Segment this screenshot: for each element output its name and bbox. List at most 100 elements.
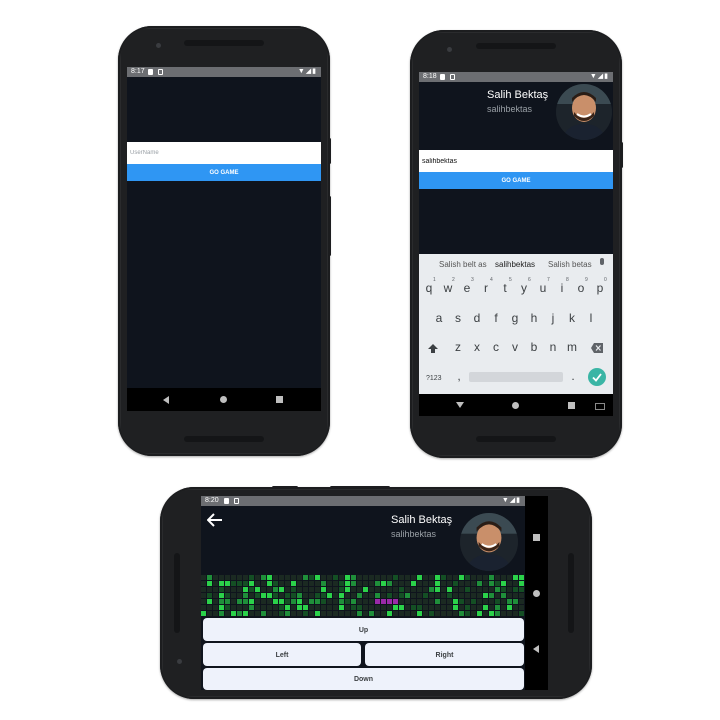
nav-recents-icon[interactable] — [276, 396, 283, 403]
key-x[interactable]: x — [470, 340, 484, 354]
key-s[interactable]: s — [451, 311, 465, 325]
nav-home-icon[interactable] — [533, 590, 540, 597]
grid-cell — [441, 611, 446, 616]
key-t[interactable]: t — [498, 281, 512, 295]
right-button[interactable]: Right — [365, 643, 524, 666]
grid-cell — [357, 581, 362, 586]
grid-cell — [309, 581, 314, 586]
grid-cell — [465, 599, 470, 604]
check-enter-icon[interactable] — [588, 368, 606, 386]
key-a[interactable]: a — [432, 311, 446, 325]
key-k[interactable]: k — [565, 311, 579, 325]
avatar — [556, 84, 612, 140]
bottom-speaker — [476, 436, 556, 442]
grid-cell — [231, 575, 236, 580]
keyboard-switch-icon[interactable] — [595, 403, 605, 410]
grid-cell — [405, 575, 410, 580]
key-r[interactable]: r — [479, 281, 493, 295]
grid-cell — [465, 605, 470, 610]
suggestion-3[interactable]: Salish betas — [548, 260, 592, 269]
nav-back-icon[interactable] — [533, 645, 539, 653]
grid-cell — [339, 599, 344, 604]
key-w[interactable]: w — [441, 281, 455, 295]
avatar — [460, 513, 518, 571]
key-b[interactable]: b — [527, 340, 541, 354]
nav-back-icon[interactable] — [163, 396, 169, 404]
grid-cell — [489, 599, 494, 604]
key-f[interactable]: f — [489, 311, 503, 325]
key-z[interactable]: z — [451, 340, 465, 354]
grid-cell — [333, 599, 338, 604]
grid-cell — [465, 581, 470, 586]
grid-cell — [315, 605, 320, 610]
grid-cell — [303, 587, 308, 592]
key-h[interactable]: h — [527, 311, 541, 325]
backspace-icon[interactable] — [591, 343, 603, 353]
key-i[interactable]: i — [555, 281, 569, 295]
key-y[interactable]: y — [517, 281, 531, 295]
key-v[interactable]: v — [508, 340, 522, 354]
down-button[interactable]: Down — [203, 668, 524, 690]
key-u[interactable]: u — [536, 281, 550, 295]
key-m[interactable]: m — [565, 340, 579, 354]
grid-cell — [459, 581, 464, 586]
key-o[interactable]: o — [574, 281, 588, 295]
grid-cell — [231, 605, 236, 610]
key-g[interactable]: g — [508, 311, 522, 325]
comma-key[interactable]: , — [452, 369, 466, 383]
grid-cell — [207, 605, 212, 610]
left-button[interactable]: Left — [203, 643, 361, 666]
key-n[interactable]: n — [546, 340, 560, 354]
key-c[interactable]: c — [489, 340, 503, 354]
go-game-button[interactable]: GO GAME — [127, 164, 321, 181]
grid-cell — [291, 575, 296, 580]
grid-cell — [213, 575, 218, 580]
grid-cell — [519, 575, 524, 580]
grid-cell — [435, 575, 440, 580]
grid-cell — [321, 575, 326, 580]
key-l[interactable]: l — [584, 311, 598, 325]
key-hint-4: 4 — [490, 277, 493, 283]
nav-home-icon[interactable] — [220, 396, 227, 403]
nav-recents-icon[interactable] — [533, 534, 540, 541]
nav-back-icon[interactable] — [456, 402, 464, 408]
symbols-key[interactable]: ?123 — [426, 375, 442, 382]
key-d[interactable]: d — [470, 311, 484, 325]
up-button[interactable]: Up — [203, 618, 524, 641]
grid-cell — [477, 575, 482, 580]
shift-icon[interactable] — [427, 343, 439, 355]
grid-cell — [285, 593, 290, 598]
grid-cell — [411, 575, 416, 580]
space-bar[interactable] — [469, 372, 563, 382]
key-e[interactable]: e — [460, 281, 474, 295]
mic-icon[interactable] — [600, 258, 604, 265]
go-game-button[interactable]: GO GAME — [419, 172, 613, 189]
grid-cell — [387, 581, 392, 586]
grid-cell — [273, 605, 278, 610]
nav-home-icon[interactable] — [512, 402, 519, 409]
grid-cell — [417, 587, 422, 592]
grid-cell — [519, 587, 524, 592]
grid-cell — [273, 587, 278, 592]
grid-cell — [267, 581, 272, 586]
nav-recents-icon[interactable] — [568, 402, 575, 409]
period-key[interactable]: . — [566, 369, 580, 383]
grid-cell — [225, 587, 230, 592]
username-input[interactable] — [419, 150, 613, 172]
sim-icon — [158, 69, 163, 75]
grid-cell — [471, 605, 476, 610]
back-arrow-icon[interactable] — [207, 513, 223, 527]
grid-cell — [435, 605, 440, 610]
grid-cell — [381, 575, 386, 580]
grid-cell — [441, 605, 446, 610]
grid-cell — [201, 611, 206, 616]
grid-cell — [279, 599, 284, 604]
suggestion-2[interactable]: salihbektas — [495, 260, 535, 269]
key-p[interactable]: p — [593, 281, 607, 295]
key-q[interactable]: q — [422, 281, 436, 295]
grid-cell — [279, 611, 284, 616]
username-input[interactable] — [127, 142, 321, 164]
key-j[interactable]: j — [546, 311, 560, 325]
suggestion-1[interactable]: Salish belt as — [439, 260, 487, 269]
grid-cell — [213, 581, 218, 586]
